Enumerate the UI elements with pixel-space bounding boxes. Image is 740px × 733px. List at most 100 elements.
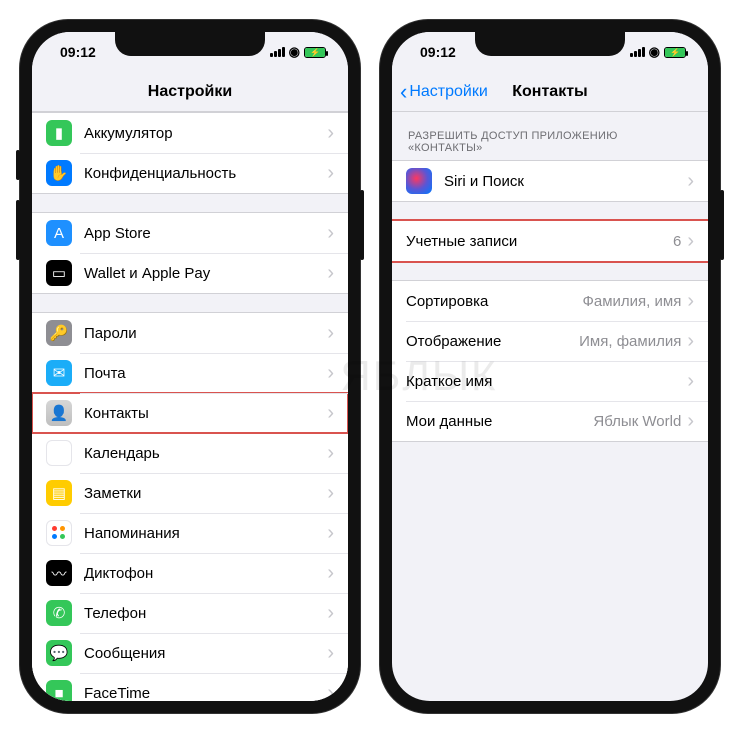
app-icon: ✆ [46, 600, 72, 626]
row-label: Учетные записи [406, 233, 673, 250]
app-icon: 💬 [46, 640, 72, 666]
chevron-right-icon: › [327, 683, 334, 701]
screen-right: 09:12 ◉ ⚡ ‹ Настройки Контакты РАЗРЕШИТЬ… [392, 32, 708, 701]
row-mail[interactable]: ✉ Почта› [32, 353, 348, 393]
nav-bar: ‹ Настройки Контакты [392, 72, 708, 112]
chevron-right-icon: › [327, 323, 334, 343]
row-contacts[interactable]: 👤 Контакты› [32, 393, 348, 433]
row-mydata[interactable]: Мои данные Яблык World › [392, 401, 708, 441]
phone-right: 09:12 ◉ ⚡ ‹ Настройки Контакты РАЗРЕШИТЬ… [380, 20, 720, 713]
row-label: Напоминания [84, 525, 327, 542]
battery-icon: ⚡ [304, 47, 326, 58]
chevron-right-icon: › [327, 123, 334, 143]
section-header: РАЗРЕШИТЬ ДОСТУП ПРИЛОЖЕНИЮ «КОНТАКТЫ» [392, 112, 708, 160]
row-label: Телефон [84, 605, 327, 622]
row-messages[interactable]: 💬 Сообщения› [32, 633, 348, 673]
chevron-left-icon: ‹ [400, 81, 407, 103]
row-accounts[interactable]: Учетные записи 6 › [392, 220, 708, 262]
row-label: Пароли [84, 325, 327, 342]
chevron-right-icon: › [327, 643, 334, 663]
app-icon: ▭ [46, 440, 72, 466]
app-icon: ▭ [46, 260, 72, 286]
chevron-right-icon: › [327, 483, 334, 503]
chevron-right-icon: › [327, 603, 334, 623]
row-phone[interactable]: ✆ Телефон› [32, 593, 348, 633]
chevron-right-icon: › [687, 171, 694, 191]
row-shortname[interactable]: Краткое имя › [392, 361, 708, 401]
row-notes[interactable]: ▤ Заметки› [32, 473, 348, 513]
phone-left: 09:12 ◉ ⚡ Настройки ▮Аккумулятор›✋Конфид… [20, 20, 360, 713]
row-siri[interactable]: Siri и Поиск › [392, 161, 708, 201]
app-icon: ■ [46, 680, 72, 701]
chevron-right-icon: › [687, 331, 694, 351]
app-icon: A [46, 220, 72, 246]
chevron-right-icon: › [327, 223, 334, 243]
wifi-icon: ◉ [289, 44, 300, 60]
chevron-right-icon: › [327, 443, 334, 463]
status-right: ◉ ⚡ [270, 44, 326, 60]
row-label: Краткое имя [406, 373, 687, 390]
back-label: Настройки [409, 83, 487, 101]
row-label: FaceTime [84, 685, 327, 702]
chevron-right-icon: › [327, 403, 334, 423]
signal-icon [270, 47, 285, 57]
row-display[interactable]: Отображение Имя, фамилия › [392, 321, 708, 361]
row-appstore[interactable]: A App Store› [32, 213, 348, 253]
chevron-right-icon: › [687, 371, 694, 391]
row-value: 6 [673, 233, 681, 250]
row-label: Конфиденциальность [84, 165, 327, 182]
chevron-right-icon: › [327, 523, 334, 543]
screen-left: 09:12 ◉ ⚡ Настройки ▮Аккумулятор›✋Конфид… [32, 32, 348, 701]
app-icon: ✉ [46, 360, 72, 386]
row-value: Имя, фамилия [579, 333, 681, 350]
row-privacy[interactable]: ✋ Конфиденциальность› [32, 153, 348, 193]
row-label: App Store [84, 225, 327, 242]
wifi-icon: ◉ [649, 44, 660, 60]
row-calendar[interactable]: ▭ Календарь› [32, 433, 348, 473]
chevron-right-icon: › [327, 263, 334, 283]
row-label: Почта [84, 365, 327, 382]
app-icon: ▤ [46, 480, 72, 506]
row-sort[interactable]: Сортировка Фамилия, имя › [392, 281, 708, 321]
row-passwords[interactable]: 🔑 Пароли› [32, 313, 348, 353]
app-icon: ✋ [46, 160, 72, 186]
app-icon [46, 520, 72, 546]
chevron-right-icon: › [687, 411, 694, 431]
notch [115, 32, 265, 56]
row-reminders[interactable]: Напоминания› [32, 513, 348, 553]
chevron-right-icon: › [327, 363, 334, 383]
nav-bar: Настройки [32, 72, 348, 112]
status-time: 09:12 [420, 44, 456, 60]
contacts-settings[interactable]: РАЗРЕШИТЬ ДОСТУП ПРИЛОЖЕНИЮ «КОНТАКТЫ» S… [392, 112, 708, 701]
chevron-right-icon: › [687, 291, 694, 311]
chevron-right-icon: › [687, 231, 694, 251]
app-icon: 〰 [46, 560, 72, 586]
app-icon: ▮ [46, 120, 72, 146]
back-button[interactable]: ‹ Настройки [392, 81, 488, 103]
row-label: Аккумулятор [84, 125, 327, 142]
row-voice[interactable]: 〰Диктофон› [32, 553, 348, 593]
row-value: Фамилия, имя [582, 293, 681, 310]
notch [475, 32, 625, 56]
status-time: 09:12 [60, 44, 96, 60]
row-value: Яблык World [593, 413, 681, 430]
chevron-right-icon: › [327, 163, 334, 183]
row-battery[interactable]: ▮ Аккумулятор› [32, 113, 348, 153]
row-label: Заметки [84, 485, 327, 502]
row-label: Отображение [406, 333, 579, 350]
signal-icon [630, 47, 645, 57]
siri-icon [406, 168, 432, 194]
chevron-right-icon: › [327, 563, 334, 583]
row-facetime[interactable]: ■ FaceTime› [32, 673, 348, 701]
page-title: Настройки [32, 83, 348, 101]
row-wallet[interactable]: ▭Wallet и Apple Pay› [32, 253, 348, 293]
row-label: Мои данные [406, 413, 593, 430]
row-label: Календарь [84, 445, 327, 462]
row-label: Сообщения [84, 645, 327, 662]
battery-icon: ⚡ [664, 47, 686, 58]
app-icon: 🔑 [46, 320, 72, 346]
row-label: Сортировка [406, 293, 582, 310]
row-label: Контакты [84, 405, 327, 422]
app-icon: 👤 [46, 400, 72, 426]
settings-list[interactable]: ▮Аккумулятор›✋Конфиденциальность›AApp St… [32, 112, 348, 701]
